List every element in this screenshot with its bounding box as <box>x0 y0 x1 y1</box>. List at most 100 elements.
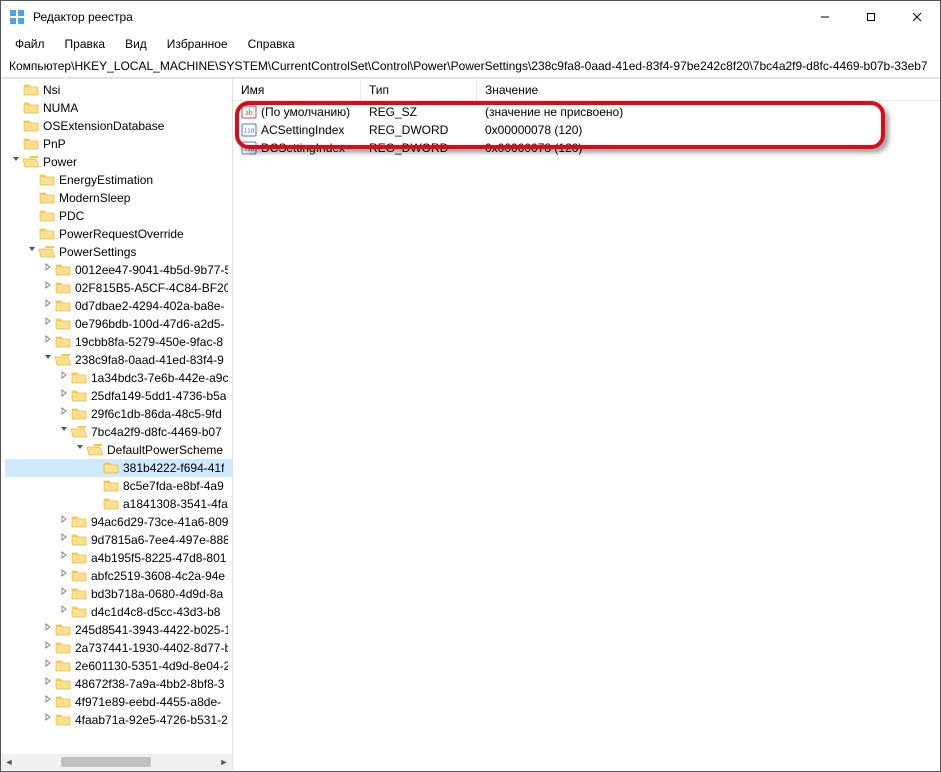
menu-file[interactable]: Файл <box>7 35 53 53</box>
folder-icon <box>103 497 119 511</box>
tree-node[interactable]: PowerSettings <box>5 243 232 261</box>
value-name-cell: 110ACSettingIndex <box>233 122 361 138</box>
tree-node[interactable]: Power <box>5 153 232 171</box>
tree-node[interactable]: 0012ee47-9041-4b5d-9b77-5 <box>5 261 232 279</box>
tree-node[interactable]: 245d8541-3943-4422-b025-1 <box>5 621 232 639</box>
folder-icon <box>23 83 39 97</box>
minimize-button[interactable] <box>802 1 848 33</box>
tree-node[interactable]: 238c9fa8-0aad-41ed-83f4-9 <box>5 351 232 369</box>
tree-node[interactable]: ModernSleep <box>5 189 232 207</box>
tree-node[interactable]: PDC <box>5 207 232 225</box>
tree-label: 4faab71a-92e5-4726-b531-2 <box>75 711 228 729</box>
tree-label: DefaultPowerScheme <box>107 441 223 459</box>
chevron-right-icon[interactable] <box>57 567 71 585</box>
chevron-right-icon[interactable] <box>57 585 71 603</box>
tree-node[interactable]: 7bc4a2f9-d8fc-4469-b07 <box>5 423 232 441</box>
tree-node[interactable]: 9d7815a6-7ee4-497e-888 <box>5 531 232 549</box>
value-row[interactable]: ab(По умолчанию)REG_SZ(значение не присв… <box>233 103 940 121</box>
value-row[interactable]: 110ACSettingIndexREG_DWORD0x00000078 (12… <box>233 121 940 139</box>
chevron-right-icon[interactable] <box>41 297 55 315</box>
menu-favorites[interactable]: Избранное <box>159 35 236 53</box>
tree-node[interactable]: 1a34bdc3-7e6b-442e-a9c <box>5 369 232 387</box>
tree-node[interactable]: 2e601130-5351-4d9d-8e04-2 <box>5 657 232 675</box>
folder-icon <box>55 677 71 691</box>
tree-node[interactable]: 4faab71a-92e5-4726-b531-2 <box>5 711 232 729</box>
tree-node[interactable]: 2a737441-1930-4402-8d77-b <box>5 639 232 657</box>
tree-label: a4b195f5-8225-47d8-801 <box>91 549 226 567</box>
tree-node[interactable]: 4f971e89-eebd-4455-a8de- <box>5 693 232 711</box>
tree-node[interactable]: abfc2519-3608-4c2a-94e <box>5 567 232 585</box>
chevron-right-icon[interactable] <box>41 693 55 711</box>
tree-node[interactable]: 02F815B5-A5CF-4C84-BF20- <box>5 279 232 297</box>
tree-node[interactable]: PnP <box>5 135 232 153</box>
value-name-cell: ab(По умолчанию) <box>233 104 361 120</box>
tree-label: 0012ee47-9041-4b5d-9b77-5 <box>75 261 228 279</box>
chevron-right-icon[interactable] <box>41 261 55 279</box>
menu-help[interactable]: Справка <box>240 35 303 53</box>
folder-icon <box>55 659 71 673</box>
chevron-right-icon[interactable] <box>41 711 55 729</box>
column-type[interactable]: Тип <box>361 79 477 100</box>
tree-node[interactable]: 381b4222-f694-41f <box>5 459 232 477</box>
column-value[interactable]: Значение <box>477 79 940 100</box>
registry-tree[interactable]: NsiNUMAOSExtensionDatabasePnPPowerEnergy… <box>1 79 232 731</box>
tree-label: ModernSleep <box>59 189 130 207</box>
tree-node[interactable]: 19cbb8fa-5279-450e-9fac-8 <box>5 333 232 351</box>
value-row[interactable]: 110DCSettingIndexREG_DWORD0x00000078 (12… <box>233 139 940 157</box>
chevron-right-icon[interactable] <box>41 333 55 351</box>
chevron-right-icon[interactable] <box>57 549 71 567</box>
folder-icon <box>55 641 71 655</box>
tree-node[interactable]: PowerRequestOverride <box>5 225 232 243</box>
tree-node[interactable]: 0d7dbae2-4294-402a-ba8e- <box>5 297 232 315</box>
chevron-right-icon[interactable] <box>57 405 71 423</box>
chevron-right-icon[interactable] <box>57 603 71 621</box>
tree-horizontal-scrollbar[interactable]: ◄ ► <box>1 754 232 770</box>
tree-node[interactable]: a4b195f5-8225-47d8-801 <box>5 549 232 567</box>
chevron-right-icon[interactable] <box>57 369 71 387</box>
tree-node[interactable]: 25dfa149-5dd1-4736-b5a <box>5 387 232 405</box>
folder-icon <box>39 173 55 187</box>
chevron-down-icon[interactable] <box>73 441 87 459</box>
column-name[interactable]: Имя <box>233 79 361 100</box>
menu-edit[interactable]: Правка <box>57 35 114 53</box>
value-type: REG_SZ <box>361 105 477 119</box>
close-button[interactable] <box>894 1 940 33</box>
tree-node[interactable]: 8c5e7fda-e8bf-4a9 <box>5 477 232 495</box>
tree-node[interactable]: Nsi <box>5 81 232 99</box>
tree-node[interactable]: d4c1d4c8-d5cc-43d3-b8 <box>5 603 232 621</box>
chevron-down-icon[interactable] <box>9 153 23 171</box>
chevron-right-icon[interactable] <box>41 621 55 639</box>
tree-node[interactable]: NUMA <box>5 99 232 117</box>
tree-node[interactable]: 29f6c1db-86da-48c5-9fd <box>5 405 232 423</box>
folder-icon <box>39 191 55 205</box>
tree-node[interactable]: bd3b718a-0680-4d9d-8a <box>5 585 232 603</box>
chevron-down-icon[interactable] <box>57 423 71 441</box>
tree-label: PDC <box>59 207 84 225</box>
tree-label: 238c9fa8-0aad-41ed-83f4-9 <box>75 351 224 369</box>
tree-node[interactable]: 94ac6d29-73ce-41a6-809 <box>5 513 232 531</box>
tree-node[interactable]: DefaultPowerScheme <box>5 441 232 459</box>
scroll-thumb[interactable] <box>61 757 151 767</box>
chevron-right-icon[interactable] <box>41 675 55 693</box>
chevron-right-icon[interactable] <box>41 315 55 333</box>
chevron-down-icon[interactable] <box>25 243 39 261</box>
chevron-right-icon[interactable] <box>57 387 71 405</box>
chevron-right-icon[interactable] <box>41 639 55 657</box>
folder-icon <box>55 281 71 295</box>
chevron-right-icon[interactable] <box>41 279 55 297</box>
tree-node[interactable]: EnergyEstimation <box>5 171 232 189</box>
values-list[interactable]: ab(По умолчанию)REG_SZ(значение не присв… <box>233 101 940 157</box>
scroll-right-icon[interactable]: ► <box>216 754 232 770</box>
chevron-right-icon[interactable] <box>57 531 71 549</box>
chevron-down-icon[interactable] <box>41 351 55 369</box>
tree-node[interactable]: a1841308-3541-4fa <box>5 495 232 513</box>
menu-view[interactable]: Вид <box>117 35 155 53</box>
chevron-right-icon[interactable] <box>41 657 55 675</box>
scroll-left-icon[interactable]: ◄ <box>1 754 17 770</box>
maximize-button[interactable] <box>848 1 894 33</box>
address-bar[interactable]: Компьютер\HKEY_LOCAL_MACHINE\SYSTEM\Curr… <box>1 55 940 78</box>
chevron-right-icon[interactable] <box>57 513 71 531</box>
tree-node[interactable]: 48672f38-7a9a-4bb2-8bf8-3 <box>5 675 232 693</box>
tree-node[interactable]: 0e796bdb-100d-47d6-a2d5- <box>5 315 232 333</box>
tree-node[interactable]: OSExtensionDatabase <box>5 117 232 135</box>
